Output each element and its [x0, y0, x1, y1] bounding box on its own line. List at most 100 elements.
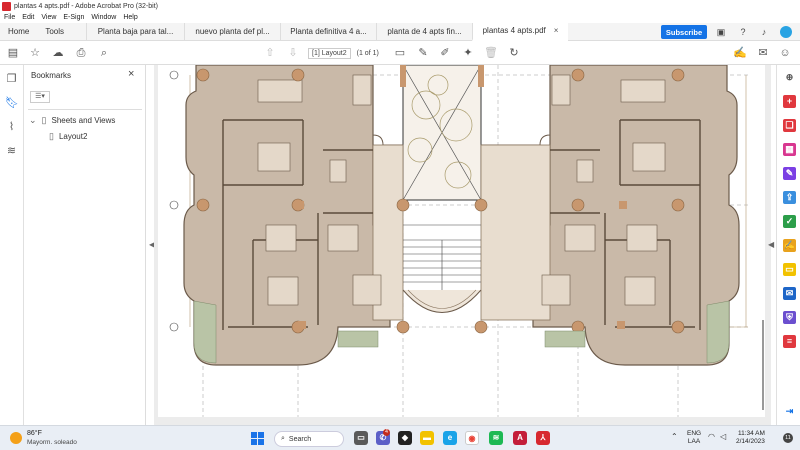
language-indicator[interactable]: ENG LAA	[687, 430, 701, 446]
comment-tool-icon[interactable]: ▭	[783, 263, 796, 276]
windows-start-icon[interactable]	[251, 432, 264, 445]
language-code: ENG	[687, 430, 702, 437]
menu-file[interactable]: File	[4, 14, 15, 21]
wifi-icon[interactable]: ◠	[708, 432, 715, 441]
title-bar: plantas 4 apts.pdf - Adobe Acrobat Pro (…	[0, 0, 800, 12]
help-icon[interactable]: ?	[738, 27, 748, 37]
windows-logo-tile	[251, 439, 257, 445]
comment-icon[interactable]: ▭	[393, 46, 407, 60]
request-signature-icon[interactable]: ✍	[783, 239, 796, 252]
highlight-icon[interactable]: ✐	[438, 46, 452, 60]
app-icon[interactable]: ◆	[398, 431, 412, 445]
zoom-icon[interactable]: ⊕	[783, 71, 796, 84]
tab-bar: Home Tools Planta baja para tal... nuevo…	[0, 22, 800, 41]
doc-tab-1[interactable]: Planta baja para tal...	[86, 22, 184, 41]
star-icon[interactable]: ☆	[28, 46, 42, 60]
edit-pdf-icon[interactable]: ✎	[783, 167, 796, 180]
page-up-icon[interactable]: ⇧	[263, 46, 277, 60]
doc-tab-4[interactable]: planta de 4 apts fin...	[376, 22, 472, 41]
chevron-up-icon[interactable]: ⌃	[671, 432, 678, 441]
weather-sun-icon[interactable]	[10, 432, 22, 444]
taskbar-search[interactable]: ⌕ Search	[274, 431, 344, 447]
organize-pages-icon[interactable]: ▦	[783, 143, 796, 156]
close-tab-icon[interactable]: ×	[554, 26, 559, 35]
search-icon: ⌕	[281, 435, 285, 442]
pen-icon[interactable]: ✎	[416, 46, 430, 60]
bookmarks-panel: Bookmarks × ☰▾ ⌄ ▯ Sheets and Views ▯ La…	[24, 65, 146, 425]
share-screen-icon[interactable]: ▣	[716, 27, 726, 37]
menu-window[interactable]: Window	[91, 14, 116, 21]
expand-panel-icon[interactable]: ⇥	[783, 405, 796, 418]
chat-badge: 4	[383, 429, 390, 436]
chevron-down-icon[interactable]: ⌄	[29, 115, 37, 126]
volume-icon[interactable]: ◁	[720, 432, 726, 441]
export-pdf-icon[interactable]: ⇪	[783, 191, 796, 204]
menu-esign[interactable]: E-Sign	[63, 14, 84, 21]
windows-logo-tile	[258, 432, 264, 438]
page-number-input[interactable]: [1] Layout2	[308, 47, 351, 59]
avatar[interactable]	[780, 26, 792, 38]
window-title: plantas 4 apts.pdf - Adobe Acrobat Pro (…	[14, 2, 158, 10]
rotate-icon[interactable]: ↻	[507, 46, 521, 60]
bookmark-item-layout2[interactable]: ▯ Layout2	[49, 131, 87, 142]
bookmark-item-sheets[interactable]: ⌄ ▯ Sheets and Views	[29, 115, 115, 126]
delete-icon[interactable]: 🗑	[484, 46, 498, 60]
combine-files-icon[interactable]: ❏	[783, 119, 796, 132]
tab-home[interactable]: Home	[0, 27, 37, 36]
edge-icon[interactable]: e	[443, 431, 457, 445]
print-icon[interactable]: ⎙	[74, 46, 88, 60]
document-area	[154, 65, 771, 425]
task-view-icon[interactable]: ▭	[354, 431, 368, 445]
layers-icon[interactable]: ≋	[5, 145, 18, 158]
acrobat-icon	[2, 1, 11, 11]
doc-tab-active[interactable]: plantas 4 apts.pdf ×	[472, 22, 569, 41]
save-icon[interactable]: ▤	[6, 46, 20, 60]
tab-tools[interactable]: Tools	[37, 27, 72, 36]
doc-tab-label: plantas 4 apts.pdf	[482, 26, 546, 35]
doc-tab-3[interactable]: Planta definitiva 4 a...	[280, 22, 376, 41]
clock[interactable]: 11:34 AM 2/14/2023	[736, 430, 765, 446]
toolbar: ▤ ☆ ☁ ⎙ ⌕ ⇧ ⇩ [1] Layout2 (1 of 1) ▭ ✎ ✐…	[0, 41, 800, 65]
autocad-icon[interactable]: A	[513, 431, 527, 445]
floor-plan-drawing	[169, 65, 748, 417]
left-rail: ❐ 🔖︎ ⌇ ≋	[0, 65, 24, 425]
chrome-icon[interactable]: ◉	[465, 431, 479, 445]
mail-icon[interactable]: ✉	[756, 46, 770, 60]
page-navigator: [1] Layout2 (1 of 1)	[308, 47, 379, 59]
taskbar: 86°F Mayorm. soleado ⌕ Search ▭ ✆ 4 ◆ ▬ …	[0, 425, 800, 450]
send-icon[interactable]: ✉	[783, 287, 796, 300]
weather-description: Mayorm. soleado	[27, 439, 77, 446]
file-explorer-icon[interactable]: ▬	[420, 431, 434, 445]
more-tools-icon[interactable]: ≡	[783, 335, 796, 348]
acrobat-taskbar-icon[interactable]: ⅄	[536, 431, 550, 445]
clock-date: 2/14/2023	[736, 438, 765, 445]
windows-logo-tile	[258, 439, 264, 445]
create-pdf-icon[interactable]: +	[783, 95, 796, 108]
user-add-icon[interactable]: ☺	[778, 46, 792, 60]
edit-sign-icon[interactable]: ✍	[733, 46, 747, 60]
pages-icon[interactable]: ❐	[5, 73, 18, 86]
divider	[28, 109, 142, 110]
collapse-right-icon[interactable]: ◀	[768, 240, 774, 249]
right-tools-panel: ⊕ + ❏ ▦ ✎ ⇪ ✓ ✍ ▭ ✉ ⛨ ≡ ⇥	[776, 65, 800, 425]
bookmark-icon[interactable]: 🔖︎	[5, 97, 19, 110]
protect-icon[interactable]: ⛨	[783, 311, 796, 324]
bell-icon[interactable]: ♪	[759, 27, 769, 37]
upload-icon[interactable]: ☁	[51, 46, 65, 60]
attachment-icon[interactable]: ⌇	[5, 121, 18, 134]
spotify-icon[interactable]: ≋	[489, 431, 503, 445]
close-panel-icon[interactable]: ×	[128, 68, 134, 80]
menu-edit[interactable]: Edit	[22, 14, 34, 21]
search-icon[interactable]: ⌕	[97, 46, 111, 60]
fill-sign-icon[interactable]: ✓	[783, 215, 796, 228]
stamp-icon[interactable]: ✦	[461, 46, 475, 60]
subscribe-button[interactable]: Subscribe	[661, 25, 707, 39]
bookmark-label: Sheets and Views	[51, 116, 116, 125]
bookmark-options-button[interactable]: ☰▾	[30, 91, 50, 103]
menu-view[interactable]: View	[41, 14, 56, 21]
page-down-icon[interactable]: ⇩	[286, 46, 300, 60]
vertical-scrollbar[interactable]	[762, 320, 764, 410]
menu-help[interactable]: Help	[123, 14, 137, 21]
doc-tab-2[interactable]: nuevo planta def pl...	[184, 22, 280, 41]
notification-badge[interactable]: 11	[783, 433, 793, 443]
